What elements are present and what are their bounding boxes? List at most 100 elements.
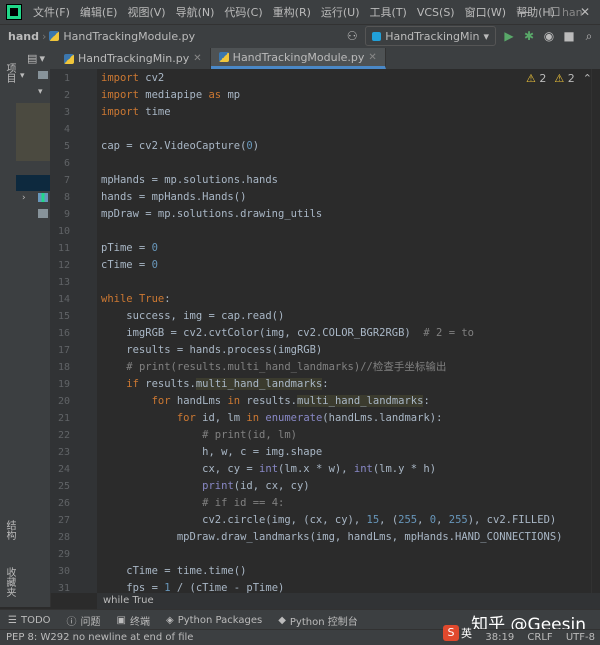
coverage-icon[interactable]: ◉ (542, 29, 556, 43)
chevron-right-icon: › (41, 29, 47, 43)
code-line[interactable]: cTime = 0 (101, 257, 158, 274)
todo-tool-button[interactable]: ☰ TODO (0, 615, 59, 626)
breadcrumb-file[interactable]: HandTrackingModule.py (59, 30, 195, 43)
code-line[interactable]: cx, cy = int(lm.x * w), int(lm.y * h) (101, 461, 436, 478)
menu-view[interactable]: 视图(V) (122, 4, 170, 20)
line-number: 24 (57, 464, 70, 475)
nav-toolbar: ⚇ HandTrackingMin ▾ ▶ ✱ ◉ ■ ⌕ (345, 25, 596, 47)
line-number: 28 (57, 532, 70, 543)
menu-refactor[interactable]: 重构(R) (268, 4, 316, 20)
breadcrumb-project[interactable]: hand (0, 30, 39, 43)
problems-tool-button[interactable]: ⓘ 问题 (59, 613, 109, 628)
code-line[interactable]: # print(results.multi_hand_landmarks)//检… (101, 359, 446, 376)
dropdown-arrow-icon: ▾ (483, 29, 489, 43)
chevron-right-icon[interactable]: › (22, 193, 26, 203)
code-line[interactable]: for id, lm in enumerate(handLms.landmark… (101, 410, 443, 427)
code-line[interactable]: import cv2 (101, 70, 164, 87)
weak-warning-count: 2 (567, 72, 575, 85)
code-line[interactable]: imgRGB = cv2.cvtColor(img, cv2.COLOR_BGR… (101, 325, 474, 342)
code-line[interactable]: mpDraw.draw_landmarks(img, handLms, mpHa… (101, 529, 563, 546)
code-line[interactable]: if results.multi_hand_landmarks: (101, 376, 329, 393)
warning-count: 2 (539, 72, 547, 85)
line-number: 13 (57, 277, 70, 288)
caret-position[interactable]: 38:19 (480, 632, 519, 643)
line-number: 11 (57, 243, 70, 254)
code-line[interactable]: cv2.circle(img, (cx, cy), 15, (255, 0, 2… (101, 512, 556, 529)
close-icon[interactable]: ✕ (570, 0, 600, 24)
structure-tool-tab[interactable]: 结构 (2, 520, 17, 540)
file-encoding[interactable]: UTF-8 (561, 632, 600, 643)
minimize-icon[interactable]: — (510, 0, 540, 24)
line-number: 23 (57, 447, 70, 458)
line-number: 30 (57, 566, 70, 577)
code-line[interactable]: mpHands = mp.solutions.hands (101, 172, 278, 189)
code-line[interactable]: pTime = 0 (101, 240, 158, 257)
line-number: 16 (57, 328, 70, 339)
code-line[interactable]: import time (101, 104, 171, 121)
sogou-ime-icon: S (443, 625, 459, 641)
code-line[interactable]: cTime = time.time() (101, 563, 246, 580)
menu-window[interactable]: 窗口(W) (460, 4, 511, 20)
code-editor[interactable]: import cv2 import mediapipe as mp import t… (97, 69, 597, 593)
menu-edit[interactable]: 编辑(E) (75, 4, 123, 20)
project-tool-tab[interactable]: 项目 (2, 63, 17, 83)
python-packages-tool-button[interactable]: ◈ Python Packages (158, 615, 270, 626)
expand-arrow-icon[interactable]: ▾ (20, 71, 25, 81)
python-console-tool-button[interactable]: ◆ Python 控制台 (270, 613, 366, 628)
code-line[interactable]: for handLms in results.multi_hand_landma… (101, 393, 430, 410)
python-packages-label: Python Packages (177, 614, 263, 626)
menu-bar: 文件(F) 编辑(E) 视图(V) 导航(N) 代码(C) 重构(R) 运行(U… (0, 0, 600, 24)
line-number: 7 (63, 175, 70, 186)
code-breadcrumb[interactable]: while True (97, 593, 600, 609)
code-line[interactable]: cap = cv2.VideoCapture(0) (101, 138, 259, 155)
close-tab-icon[interactable]: ✕ (193, 53, 201, 64)
code-line[interactable]: mpDraw = mp.solutions.drawing_utils (101, 206, 322, 223)
code-line[interactable]: hands = mpHands.Hands() (101, 189, 246, 206)
menu-run[interactable]: 运行(U) (316, 4, 365, 20)
weak-warning-icon: ⚠ (554, 72, 565, 85)
close-tab-icon[interactable]: ✕ (368, 52, 376, 63)
selected-file-row[interactable] (16, 175, 50, 191)
code-line[interactable]: # if id == 4: (101, 495, 284, 512)
code-line[interactable]: fps = 1 / (cTime - pTime) (101, 580, 284, 593)
editor-scrollbar[interactable] (591, 69, 600, 593)
line-separator[interactable]: CRLF (522, 632, 557, 643)
python-config-icon (372, 31, 382, 41)
editor-tab-bar: ▤ ▾ HandTrackingMin.py ✕ HandTrackingMod… (16, 47, 600, 70)
inspection-widget[interactable]: ⚠ 2 ⚠ 2 ⌃ (526, 72, 592, 85)
project-view-toggle[interactable]: ▤ ▾ (16, 47, 56, 69)
menu-vcs[interactable]: VCS(S) (412, 6, 460, 19)
tab-handtrackingmin[interactable]: HandTrackingMin.py ✕ (56, 48, 211, 69)
menu-tools[interactable]: 工具(T) (365, 4, 412, 20)
selected-tree-row[interactable] (16, 103, 50, 161)
problems-icon: ⓘ (66, 616, 77, 628)
debug-icon[interactable]: ✱ (522, 29, 536, 43)
expand-arrow-icon[interactable]: ▾ (38, 87, 43, 97)
maximize-icon[interactable]: ☐ (540, 0, 570, 24)
ime-indicator[interactable]: S 英 (443, 625, 472, 641)
tab-handtrackingmodule[interactable]: HandTrackingModule.py ✕ (210, 48, 386, 69)
search-icon[interactable]: ⌕ (582, 29, 596, 44)
status-message[interactable]: PEP 8: W292 no newline at end of file (0, 632, 480, 643)
code-line[interactable]: results = hands.process(imgRGB) (101, 342, 322, 359)
code-line[interactable]: while True: (101, 291, 171, 308)
code-line[interactable]: print(id, cx, cy) (101, 478, 309, 495)
code-line[interactable]: h, w, c = img.shape (101, 444, 322, 461)
terminal-icon: ▣ (116, 614, 126, 626)
code-line[interactable]: import mediapipe as mp (101, 87, 240, 104)
todo-icon: ☰ (8, 614, 17, 626)
terminal-tool-button[interactable]: ▣ 终端 (109, 613, 158, 628)
code-line[interactable]: # print(id, lm) (101, 427, 297, 444)
python-file-icon (49, 31, 60, 41)
run-config-select[interactable]: HandTrackingMin ▾ (365, 26, 496, 46)
favorites-tool-tab[interactable]: 收藏夹 (2, 567, 17, 597)
user-icon[interactable]: ⚇ (345, 29, 359, 43)
run-icon[interactable]: ▶ (502, 29, 516, 43)
menu-navigate[interactable]: 导航(N) (171, 4, 220, 20)
line-number: 17 (57, 345, 70, 356)
menu-code[interactable]: 代码(C) (219, 4, 267, 20)
code-line[interactable]: success, img = cap.read() (101, 308, 284, 325)
stop-icon[interactable]: ■ (562, 29, 576, 43)
python-console-icon: ◆ (278, 614, 286, 626)
menu-file[interactable]: 文件(F) (28, 4, 75, 20)
